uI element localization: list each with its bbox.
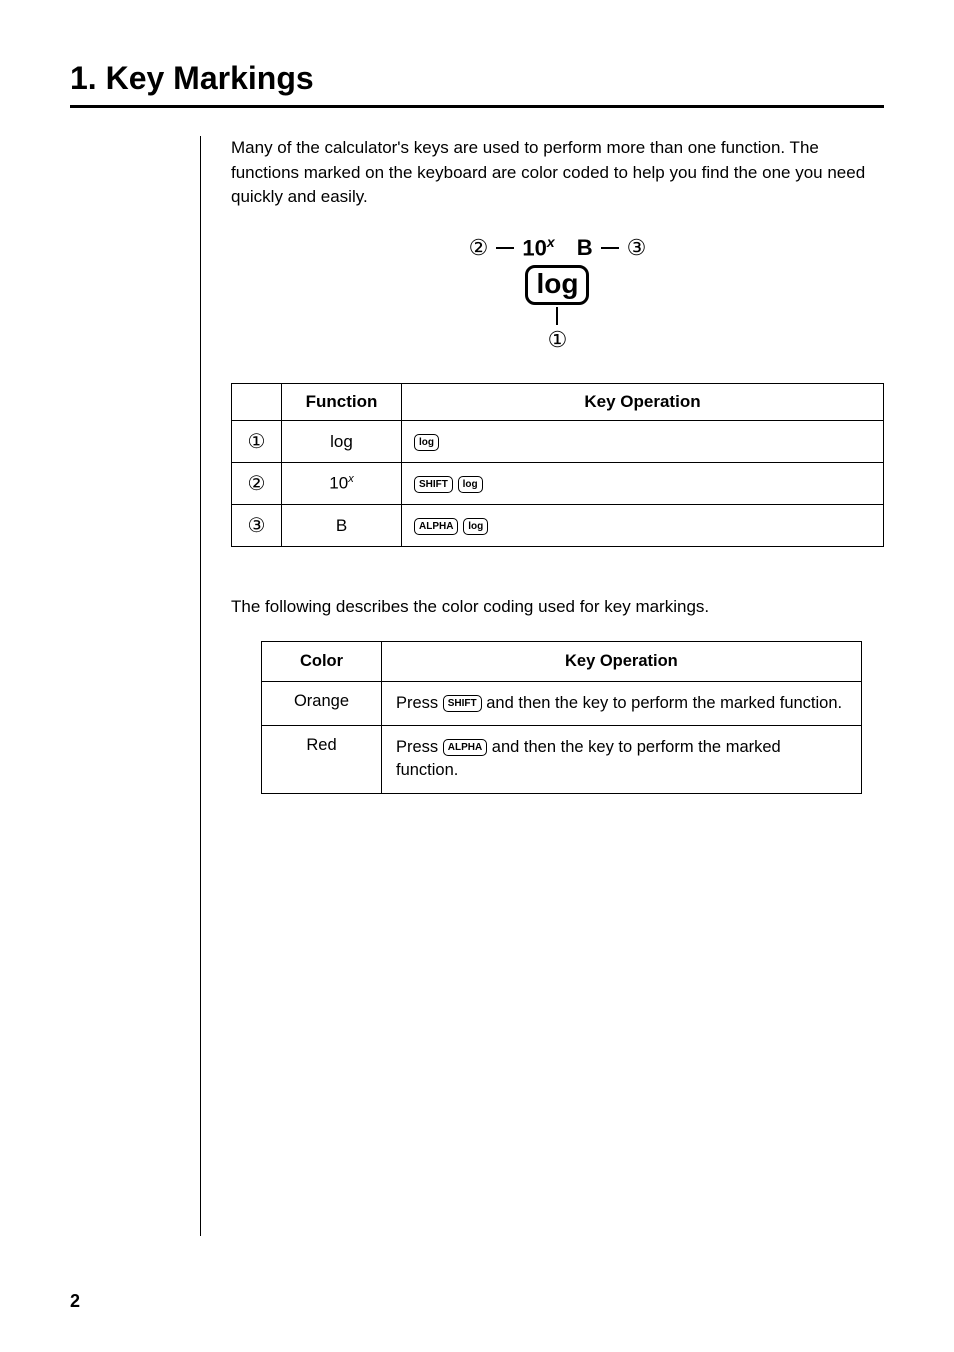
- diagram-label-3: ③: [627, 237, 647, 259]
- color-table: Color Key Operation Orange Press SHIFT a…: [261, 641, 862, 793]
- operation-cell: Press ALPHA and then the key to perform …: [382, 726, 862, 793]
- color-cell: Red: [262, 726, 382, 793]
- title-rule: [70, 105, 884, 108]
- row-operation: ALPHA log: [402, 505, 884, 547]
- operation-header: Key Operation: [382, 642, 862, 682]
- color-cell: Orange: [262, 682, 382, 726]
- connector-line: [496, 247, 514, 249]
- log-key-icon: log: [463, 518, 488, 535]
- table-row: Orange Press SHIFT and then the key to p…: [262, 682, 862, 726]
- operation-cell: Press SHIFT and then the key to perform …: [382, 682, 862, 726]
- content-area: Many of the calculator's keys are used t…: [200, 136, 884, 1236]
- shift-key-icon: SHIFT: [443, 695, 482, 712]
- diagram-label-2: ②: [469, 237, 489, 259]
- table-header-function: Function: [282, 384, 402, 421]
- row-function: B: [282, 505, 402, 547]
- diagram-b-letter: B: [577, 235, 593, 261]
- row-function: 10x: [282, 463, 402, 505]
- diagram-tenx: 10x: [522, 234, 554, 261]
- row-function: log: [282, 421, 402, 463]
- row-number: ①: [232, 421, 282, 463]
- alpha-key-icon: ALPHA: [443, 739, 487, 756]
- row-number: ②: [232, 463, 282, 505]
- section-title: 1. Key Markings: [70, 60, 884, 97]
- connector-line: [601, 247, 619, 249]
- key-diagram: ② 10x B ③ log ①: [231, 234, 884, 353]
- log-key-icon: log: [414, 434, 439, 451]
- table-row: ① log log: [232, 421, 884, 463]
- shift-key-icon: SHIFT: [414, 476, 453, 493]
- table-row: Red Press ALPHA and then the key to perf…: [262, 726, 862, 793]
- diagram-label-1: ①: [548, 327, 568, 353]
- intro-paragraph: Many of the calculator's keys are used t…: [231, 136, 884, 210]
- log-key-icon: log: [458, 476, 483, 493]
- row-operation: log: [402, 421, 884, 463]
- connector-vertical: [556, 307, 558, 325]
- function-table: Function Key Operation ① log log ② 10x S…: [231, 383, 884, 547]
- table-row: ③ B ALPHA log: [232, 505, 884, 547]
- log-key-graphic: log: [525, 265, 589, 305]
- table-header-operation: Key Operation: [402, 384, 884, 421]
- alpha-key-icon: ALPHA: [414, 518, 458, 535]
- row-number: ③: [232, 505, 282, 547]
- table-header-blank: [232, 384, 282, 421]
- color-header: Color: [262, 642, 382, 682]
- row-operation: SHIFT log: [402, 463, 884, 505]
- color-coding-intro: The following describes the color coding…: [231, 597, 884, 617]
- page-number: 2: [70, 1291, 80, 1312]
- table-row: ② 10x SHIFT log: [232, 463, 884, 505]
